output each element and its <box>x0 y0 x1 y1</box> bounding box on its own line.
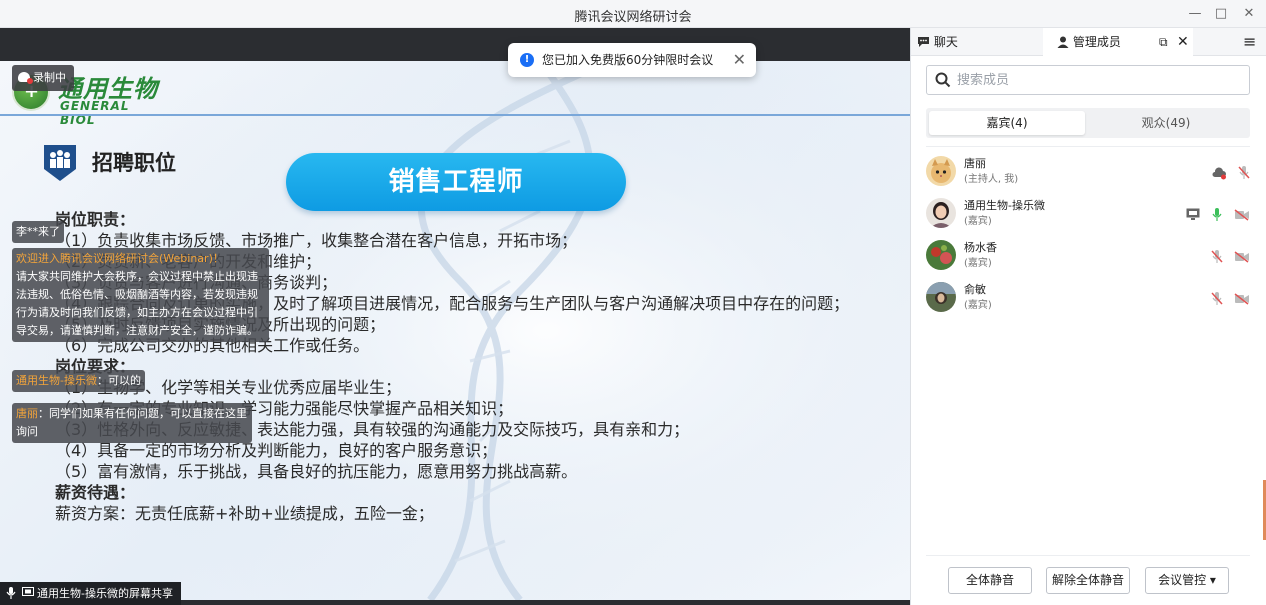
member-status-icons <box>1205 162 1250 180</box>
tab-chat[interactable]: 聊天 <box>917 28 958 56</box>
chat-sender: 通用生物-操乐微 <box>16 374 97 387</box>
camera-off-icon[interactable] <box>1234 250 1250 263</box>
member-row[interactable]: 杨水香 (嘉宾) <box>926 236 1250 276</box>
microphone-icon <box>6 587 16 599</box>
landscape-avatar <box>926 282 956 312</box>
member-row[interactable]: 通用生物-操乐微 (嘉宾) <box>926 194 1250 234</box>
member-name: 通用生物-操乐微 <box>964 199 1045 212</box>
description-line: （1）生物学、化学等相关专业优秀应届毕业生； <box>55 378 402 397</box>
search-icon <box>935 72 951 88</box>
recording-label: 录制中 <box>33 71 66 84</box>
logo-english-name: GENERAL BIOL <box>60 99 130 127</box>
cat-avatar <box>926 156 956 186</box>
window-titlebar: 腾讯会议网络研讨会 — □ ✕ <box>0 0 1266 28</box>
member-row[interactable]: 俞敏 (嘉宾) <box>926 278 1250 318</box>
minimize-button[interactable]: — <box>1186 5 1204 23</box>
member-name: 杨水香 <box>964 241 997 254</box>
chat-message: 唐丽：同学们如果有任何问题，可以直接在这里询问 <box>12 403 252 443</box>
member-role: (嘉宾) <box>964 300 992 311</box>
tab-manage-label: 管理成员 <box>1072 35 1121 49</box>
member-role: (嘉宾) <box>964 258 992 269</box>
mic-on-icon[interactable] <box>1211 207 1223 223</box>
chat-icon <box>918 37 929 47</box>
info-icon: ! <box>520 53 534 67</box>
member-type-switch: 嘉宾(4) 观众(49) <box>926 108 1250 138</box>
pop-out-icon[interactable]: ⧉ <box>1159 28 1168 56</box>
cloud-record-icon <box>1212 166 1226 179</box>
screen-share-label: 通用生物-操乐微的屏幕共享 <box>0 582 181 605</box>
woman-avatar <box>926 198 956 228</box>
panel-tabs: 聊天 管理成员 ⧉ ✕ ≡ <box>911 28 1266 56</box>
tab-chat-label: 聊天 <box>933 35 958 49</box>
member-search <box>926 65 1250 95</box>
chat-message: 欢迎进入腾讯会议网络研讨会(Webinar)！ 请大家共同维护大会秩序，会议过程… <box>12 248 269 342</box>
chat-message: 通用生物-操乐微：可以的 <box>12 370 145 392</box>
panel-close-icon[interactable]: ✕ <box>1177 28 1189 56</box>
description-line: （4）具备一定的市场分析及判断能力，良好的客户服务意识； <box>55 441 498 460</box>
mic-muted-icon[interactable] <box>1211 249 1223 265</box>
member-name: 俞敏 <box>964 283 986 296</box>
member-row[interactable]: 唐丽 (主持人, 我) <box>926 152 1250 192</box>
chat-sender: 唐丽 <box>16 407 38 420</box>
mute-all-button[interactable]: 全体静音 <box>948 567 1032 594</box>
member-status-icons <box>1205 288 1250 306</box>
chat-text: 请大家共同维护大会秩序，会议过程中禁止出现违法违规、低俗色情、吸烟酗酒等内容，若… <box>16 270 258 337</box>
search-input[interactable] <box>957 70 1237 90</box>
slide-heading: 招聘职位 <box>92 151 176 175</box>
description-line: 薪资方案：无责任底薪+补助+业绩提成，五险一金； <box>55 504 434 523</box>
mic-muted-icon[interactable] <box>1238 165 1250 181</box>
chat-sender: 欢迎进入腾讯会议网络研讨会(Webinar)！ <box>16 252 224 265</box>
meeting-control-dropdown[interactable]: 会议管控 ▾ <box>1145 567 1229 594</box>
mic-muted-icon[interactable] <box>1211 291 1223 307</box>
tab-guests[interactable]: 嘉宾(4) <box>929 111 1085 135</box>
member-name: 唐丽 <box>964 157 986 170</box>
description-line: （5）富有激情，乐于挑战，具备良好的抗压能力，愿意用努力挑战高薪。 <box>55 462 578 481</box>
footer-divider <box>926 555 1250 556</box>
chat-text: ：同学们如果有任何问题，可以直接在这里询问 <box>16 407 247 438</box>
chat-message: 李**来了 <box>12 221 64 243</box>
person-icon <box>1057 36 1069 48</box>
menu-icon[interactable]: ≡ <box>1243 28 1256 56</box>
camera-off-icon[interactable] <box>1234 292 1250 305</box>
cloud-record-icon <box>18 72 33 84</box>
toast-message: 您已加入免费版60分钟限时会议 <box>542 53 714 67</box>
section-heading: 岗位要求： <box>55 357 136 376</box>
member-status-icons <box>1205 246 1250 264</box>
toast-close-icon[interactable]: ✕ <box>733 43 746 77</box>
section-heading: 岗位职责： <box>55 210 136 229</box>
camera-off-icon[interactable] <box>1234 208 1250 221</box>
member-role: (主持人, 我) <box>964 174 1019 185</box>
window-title: 腾讯会议网络研讨会 <box>574 10 692 25</box>
chat-text: 李**来了 <box>16 225 60 238</box>
section-heading: 薪资待遇： <box>55 483 136 502</box>
unmute-all-button[interactable]: 解除全体静音 <box>1046 567 1130 594</box>
tab-manage-members[interactable]: 管理成员 ⧉ ✕ <box>1043 28 1193 56</box>
shared-screen-stage: + 通用生物 GENERAL BIOL 招聘职位 销售工程师 岗位职责： （1）负… <box>0 28 910 605</box>
member-role: (嘉宾) <box>964 216 992 227</box>
people-badge-icon <box>44 145 76 181</box>
screen-share-icon <box>21 587 34 596</box>
members-panel: 聊天 管理成员 ⧉ ✕ ≡ 嘉宾(4) 观众(49) <box>910 28 1266 605</box>
free-trial-toast: ! 您已加入免费版60分钟限时会议 ✕ <box>508 43 756 77</box>
maximize-button[interactable]: □ <box>1212 5 1230 23</box>
chat-text: ：可以的 <box>96 374 141 387</box>
screen-share-icon <box>1186 208 1200 220</box>
close-button[interactable]: ✕ <box>1240 5 1258 23</box>
divider <box>926 146 1250 147</box>
tab-audience[interactable]: 观众(49) <box>1088 111 1244 135</box>
member-status-icons <box>1180 204 1250 222</box>
flower-avatar <box>926 240 956 270</box>
header-rule <box>0 114 910 116</box>
screen-share-text: 通用生物-操乐微的屏幕共享 <box>37 587 173 600</box>
recording-indicator[interactable]: 录制中 <box>12 65 74 91</box>
position-title-pill: 销售工程师 <box>286 153 626 211</box>
